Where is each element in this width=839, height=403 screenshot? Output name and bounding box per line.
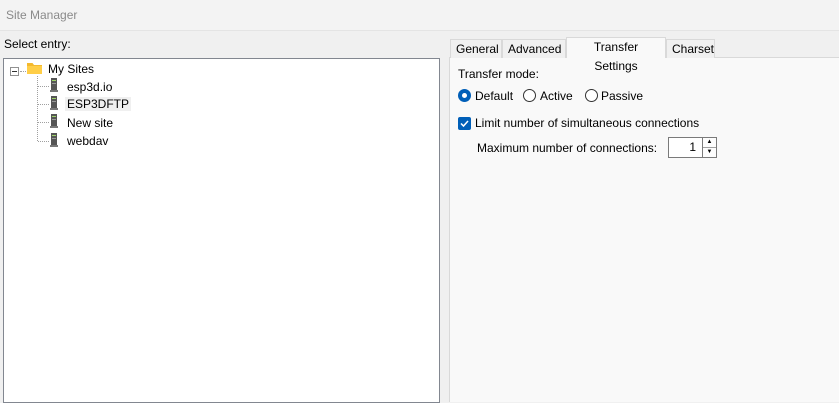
tab-transfer-settings[interactable]: Transfer Settings xyxy=(566,37,666,73)
tree-connector xyxy=(38,122,49,123)
folder-icon xyxy=(27,63,42,74)
spin-down-icon[interactable]: ▼ xyxy=(703,148,716,157)
window-title: Site Manager xyxy=(6,8,78,22)
limit-connections-checkbox[interactable] xyxy=(458,117,471,130)
title-bar: Site Manager xyxy=(0,0,839,31)
tree-root-my-sites[interactable]: My Sites xyxy=(48,62,94,76)
server-icon xyxy=(50,96,58,110)
max-connections-input[interactable]: 1 xyxy=(668,137,705,158)
select-entry-label: Select entry: xyxy=(4,37,71,51)
max-connections-spinner: ▲ ▼ xyxy=(702,137,717,158)
tab-charset[interactable]: Charset xyxy=(666,39,715,58)
tree-connector xyxy=(20,71,26,72)
max-connections-label: Maximum number of connections: xyxy=(477,141,658,155)
settings-panel xyxy=(449,57,839,402)
collapse-toggle-icon[interactable] xyxy=(10,67,19,76)
tab-advanced[interactable]: Advanced xyxy=(502,39,566,58)
tab-general[interactable]: General xyxy=(450,39,502,58)
radio-default-label[interactable]: Default xyxy=(475,89,513,103)
tree-connector xyxy=(38,86,49,87)
tree-item-esp3d-io[interactable]: esp3d.io xyxy=(67,80,112,94)
tree-connector xyxy=(38,141,49,142)
tree-item-esp3dftp[interactable]: ESP3DFTP xyxy=(65,97,132,111)
radio-passive-label[interactable]: Passive xyxy=(601,89,643,103)
radio-active-label[interactable]: Active xyxy=(540,89,573,103)
tree-connector xyxy=(38,104,49,105)
checkmark-icon xyxy=(460,120,469,128)
radio-active[interactable] xyxy=(523,89,536,102)
transfer-mode-label: Transfer mode: xyxy=(458,67,539,81)
server-icon xyxy=(50,133,58,147)
radio-passive[interactable] xyxy=(585,89,598,102)
radio-default[interactable] xyxy=(458,89,471,102)
server-icon xyxy=(50,114,58,128)
tree-item-new-site[interactable]: New site xyxy=(67,116,113,130)
server-icon xyxy=(50,78,58,92)
limit-connections-label[interactable]: Limit number of simultaneous connections xyxy=(475,116,699,130)
spin-up-icon[interactable]: ▲ xyxy=(703,138,716,148)
tree-item-webdav[interactable]: webdav xyxy=(67,134,108,148)
